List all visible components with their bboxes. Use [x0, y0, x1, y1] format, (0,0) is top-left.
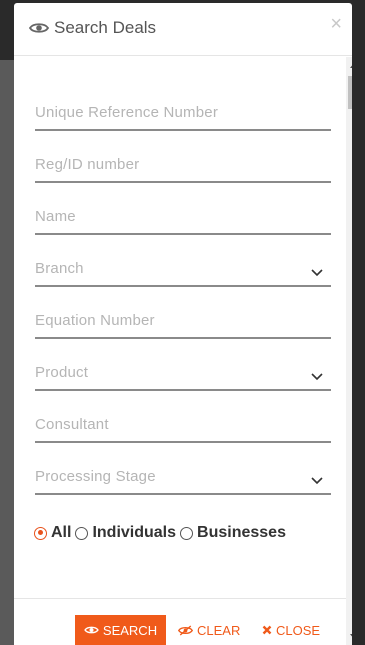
modal-title-text: Search Deals	[54, 18, 157, 37]
field-placeholder: Name	[35, 208, 76, 225]
reg-id-number-field[interactable]: Reg/ID number	[35, 153, 331, 183]
radio-businesses[interactable]: Businesses	[180, 524, 286, 542]
consultant-field[interactable]: Consultant	[35, 413, 331, 443]
field-placeholder: Equation Number	[35, 312, 155, 329]
field-placeholder: Branch	[35, 260, 84, 277]
scroll-thumb[interactable]	[348, 76, 352, 109]
field-placeholder: Consultant	[35, 416, 109, 433]
radio-checked-icon[interactable]	[34, 526, 47, 540]
product-select[interactable]: Product	[35, 361, 331, 391]
close-icon[interactable]: ×	[330, 14, 342, 34]
unique-reference-number-field[interactable]: Unique Reference Number	[35, 101, 331, 131]
chevron-down-icon	[311, 477, 323, 485]
chevron-down-icon	[311, 373, 323, 381]
modal-header: Search Deals ×	[14, 3, 352, 56]
field-placeholder: Processing Stage	[35, 468, 156, 485]
search-button[interactable]: SEARCH	[75, 615, 166, 645]
chevron-down-icon	[311, 269, 323, 277]
radio-label: Businesses	[197, 524, 286, 541]
modal-body: Unique Reference Number Reg/ID number Na…	[14, 57, 346, 597]
scroll-up-arrow-icon[interactable]	[350, 63, 352, 68]
eye-icon	[29, 23, 49, 33]
field-placeholder: Unique Reference Number	[35, 104, 219, 121]
radio-individuals[interactable]: Individuals	[75, 524, 176, 542]
search-deals-modal: Search Deals × Unique Reference Number R…	[14, 3, 352, 645]
search-button-label: SEARCH	[102, 622, 158, 638]
radio-unchecked-icon[interactable]	[75, 526, 89, 540]
field-placeholder: Product	[35, 364, 89, 381]
modal-title: Search Deals	[29, 18, 156, 38]
close-icon	[262, 625, 272, 635]
branch-select[interactable]: Branch	[35, 257, 331, 287]
clear-button-label: CLEAR	[197, 622, 241, 638]
name-field[interactable]: Name	[35, 205, 331, 235]
modal-backdrop	[0, 60, 14, 645]
modal-footer: SEARCH CLEAR CLOSE	[14, 615, 346, 645]
radio-unchecked-icon[interactable]	[180, 526, 194, 540]
radio-label: Individuals	[92, 524, 177, 541]
scroll-down-arrow-icon[interactable]	[350, 634, 352, 639]
footer-divider	[14, 598, 346, 599]
clear-button[interactable]: CLEAR	[178, 615, 240, 645]
modal-scrollbar[interactable]	[346, 57, 352, 645]
equation-number-field[interactable]: Equation Number	[35, 309, 331, 339]
customer-type-radio-group: All Individuals Businesses	[34, 524, 290, 542]
field-placeholder: Reg/ID number	[35, 156, 140, 173]
processing-stage-select[interactable]: Processing Stage	[35, 465, 331, 495]
close-button[interactable]: CLOSE	[262, 615, 320, 645]
radio-all[interactable]: All	[34, 524, 71, 542]
radio-label: All	[51, 524, 72, 541]
close-button-label: CLOSE	[276, 622, 321, 638]
eye-slash-icon	[178, 624, 193, 636]
eye-icon	[84, 626, 99, 634]
